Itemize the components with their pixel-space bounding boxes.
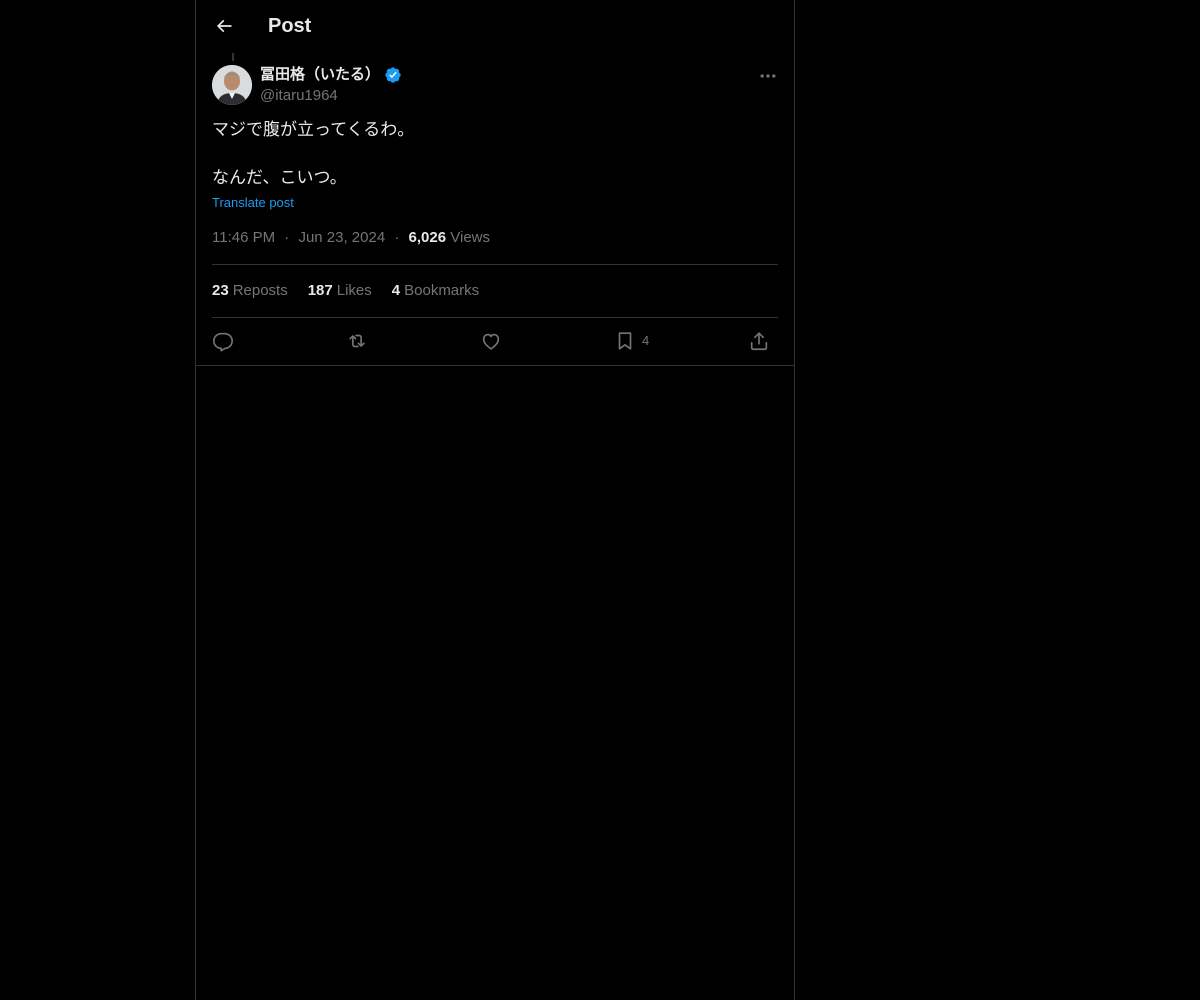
- heart-icon: [482, 333, 500, 350]
- author-handle[interactable]: @itaru1964: [260, 86, 338, 106]
- action-bar: 4: [212, 318, 778, 364]
- more-options-button[interactable]: [757, 65, 779, 87]
- reply-icon: [213, 332, 233, 352]
- avatar[interactable]: [212, 65, 252, 105]
- share-icon: [750, 332, 768, 351]
- translate-post-link[interactable]: Translate post: [212, 194, 294, 212]
- views-count: 6,026: [408, 229, 447, 246]
- views-label: Views: [450, 229, 490, 246]
- likes-label: Likes: [336, 282, 372, 299]
- bookmark-button[interactable]: 4: [614, 329, 649, 353]
- meta-separator: ·: [394, 229, 400, 246]
- thread-connector-line: [232, 53, 234, 61]
- like-button[interactable]: [480, 329, 502, 353]
- likes-count: 187: [307, 282, 333, 299]
- back-button[interactable]: [212, 14, 236, 38]
- author-display-name[interactable]: 冨田格（いたる）: [260, 65, 380, 85]
- divider: [212, 264, 778, 265]
- reposts-label: Reposts: [232, 282, 288, 299]
- meta-separator: ·: [284, 229, 290, 246]
- reply-button[interactable]: [212, 329, 234, 353]
- more-horizontal-icon: [760, 74, 776, 78]
- likes-stat[interactable]: 187 Likes: [308, 281, 372, 301]
- avatar-image: [212, 65, 252, 105]
- verified-badge-icon[interactable]: [384, 66, 402, 84]
- arrow-left-icon: [216, 19, 232, 33]
- bookmarks-count: 4: [391, 282, 401, 299]
- share-button[interactable]: [748, 329, 770, 353]
- page-title: Post: [268, 15, 312, 37]
- bookmark-count: 4: [642, 333, 650, 348]
- bookmarks-stat[interactable]: 4 Bookmarks: [392, 281, 479, 301]
- reposts-stat[interactable]: 23 Reposts: [212, 281, 288, 301]
- reposts-count: 23: [212, 282, 229, 299]
- post-date[interactable]: Jun 23, 2024: [298, 229, 385, 246]
- post-meta: 11:46 PM · Jun 23, 2024 · 6,026 Views: [212, 228, 490, 248]
- post-text: マジで腹が立ってくるわ。 なんだ、こいつ。: [212, 120, 415, 187]
- bookmark-icon: [618, 332, 632, 350]
- main-column: Post 冨田格（いたる） @itaru1964 マジで腹が立ってくるわ。 なん…: [195, 0, 795, 1000]
- author-name-row: 冨田格（いたる）: [260, 64, 402, 86]
- post-header: Post: [196, 0, 794, 53]
- repost-button[interactable]: [346, 329, 368, 353]
- post-time[interactable]: 11:46 PM: [212, 229, 275, 246]
- repost-icon: [349, 334, 365, 348]
- engagement-stats: 23 Reposts 187 Likes 4 Bookmarks: [212, 281, 499, 301]
- post-bottom-border: [196, 365, 794, 366]
- bookmarks-label: Bookmarks: [404, 282, 480, 299]
